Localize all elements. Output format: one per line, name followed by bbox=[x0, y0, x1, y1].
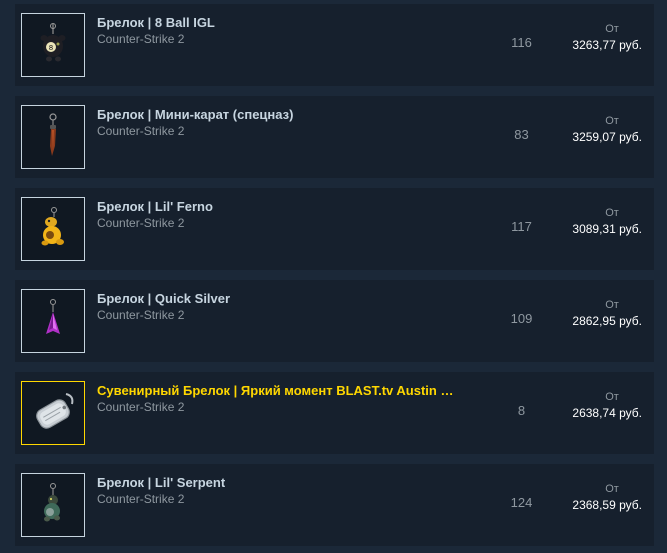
item-name[interactable]: Брелок | Lil' Ferno bbox=[97, 199, 213, 214]
item-price: 3089,31 руб. bbox=[572, 222, 642, 236]
item-name[interactable]: Сувенирный Брелок | Яркий момент BLAST.t… bbox=[97, 383, 453, 398]
item-quantity: 8 bbox=[517, 403, 526, 418]
keychain-quicksilver-icon bbox=[46, 299, 60, 334]
item-thumbnail[interactable]: 8 bbox=[21, 13, 85, 77]
market-listing-row[interactable]: 8 Брелок | 8 Ball IGL Counter-Strike 2 1… bbox=[15, 4, 654, 86]
item-price: 3263,77 руб. bbox=[572, 38, 642, 52]
svg-text:8: 8 bbox=[49, 44, 53, 52]
keychain-serpent-icon bbox=[44, 483, 60, 522]
item-price: 2862,95 руб. bbox=[572, 314, 642, 328]
item-quantity: 116 bbox=[511, 35, 532, 50]
item-name[interactable]: Брелок | 8 Ball IGL bbox=[97, 15, 215, 30]
item-game: Counter-Strike 2 bbox=[97, 32, 185, 46]
market-listing-row[interactable]: Брелок | Lil' Serpent Counter-Strike 2 1… bbox=[15, 464, 654, 546]
item-thumbnail[interactable] bbox=[21, 381, 85, 445]
price-prefix: От bbox=[605, 207, 619, 219]
item-thumbnail[interactable] bbox=[21, 473, 85, 537]
item-game: Counter-Strike 2 bbox=[97, 216, 185, 230]
market-listing-row[interactable]: Брелок | Quick Silver Counter-Strike 2 1… bbox=[15, 280, 654, 362]
item-game: Counter-Strike 2 bbox=[97, 400, 185, 414]
item-game: Counter-Strike 2 bbox=[97, 492, 185, 506]
price-prefix: От bbox=[605, 299, 619, 311]
item-thumbnail[interactable] bbox=[21, 197, 85, 261]
market-listing: 8 Брелок | 8 Ball IGL Counter-Strike 2 1… bbox=[0, 0, 667, 553]
item-name[interactable]: Брелок | Quick Silver bbox=[97, 291, 230, 306]
item-game: Counter-Strike 2 bbox=[97, 124, 185, 138]
item-price: 3259,07 руб. bbox=[572, 130, 642, 144]
item-name[interactable]: Брелок | Мини-карат (спецназ) bbox=[97, 107, 293, 122]
item-game: Counter-Strike 2 bbox=[97, 308, 185, 322]
item-quantity: 124 bbox=[510, 495, 533, 510]
item-price: 2368,59 руб. bbox=[572, 498, 642, 512]
item-name[interactable]: Брелок | Lil' Serpent bbox=[97, 475, 225, 490]
market-listing-row[interactable]: Сувенирный Брелок | Яркий момент BLAST.t… bbox=[15, 372, 654, 454]
keychain-8ball-icon: 8 bbox=[40, 23, 66, 62]
item-quantity: 117 bbox=[511, 219, 532, 234]
item-thumbnail[interactable] bbox=[21, 105, 85, 169]
item-price: 2638,74 руб. bbox=[572, 406, 642, 420]
price-prefix: От bbox=[605, 391, 619, 403]
price-prefix: От bbox=[605, 115, 619, 127]
price-prefix: От bbox=[605, 23, 619, 35]
item-thumbnail[interactable] bbox=[21, 289, 85, 353]
keychain-ferno-icon bbox=[41, 207, 64, 246]
market-listing-row[interactable]: Брелок | Мини-карат (спецназ) Counter-St… bbox=[15, 96, 654, 178]
keychain-dogtag-icon bbox=[36, 393, 74, 429]
item-quantity: 109 bbox=[510, 311, 533, 326]
market-listing-row[interactable]: Брелок | Lil' Ferno Counter-Strike 2 117… bbox=[15, 188, 654, 270]
keychain-knife-icon bbox=[49, 113, 57, 156]
item-quantity: 83 bbox=[514, 127, 529, 142]
price-prefix: От bbox=[605, 483, 619, 495]
